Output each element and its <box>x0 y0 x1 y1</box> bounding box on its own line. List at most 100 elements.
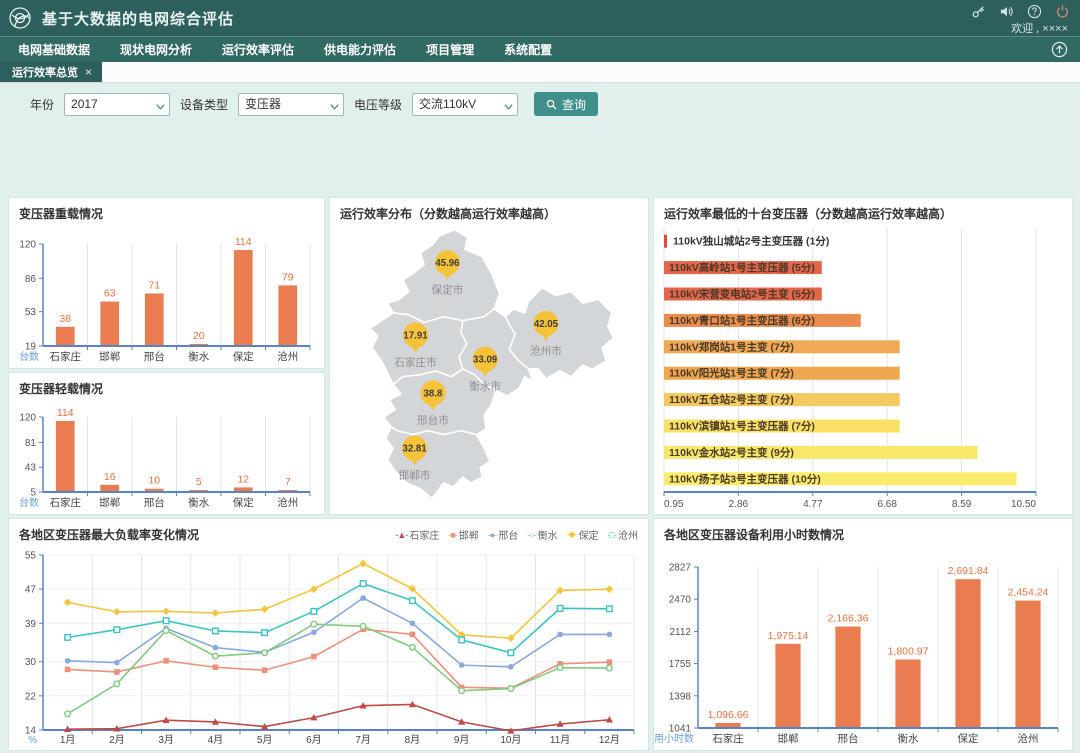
device-type-select[interactable]: 变压器 <box>238 93 344 116</box>
svg-text:保定市: 保定市 <box>431 284 463 297</box>
nav-item-operation-efficiency[interactable]: 运行效率评估 <box>222 41 294 58</box>
svg-text:33.09: 33.09 <box>473 355 498 366</box>
svg-text:石家庄: 石家庄 <box>50 350 82 363</box>
panel-max-load-rate: 各地区变压器最大负载率变化情况 -▲-石家庄 -■-邯郸 -●-邢台 -○-衡水 -◆-… <box>8 518 649 751</box>
svg-text:55: 55 <box>25 551 37 562</box>
svg-text:7: 7 <box>285 476 291 488</box>
svg-text:110kV宋营变电站2号主变 (5分): 110kV宋营变电站2号主变 (5分) <box>669 288 815 301</box>
arrow-up-circle-icon[interactable] <box>1051 41 1068 58</box>
tab-operation-efficiency-overview[interactable]: 运行效率总览 × <box>0 61 102 82</box>
svg-text:43: 43 <box>25 463 37 474</box>
svg-text:110kV滨镇站1号主变压器 (7分): 110kV滨镇站1号主变压器 (7分) <box>669 420 815 433</box>
svg-text:2470: 2470 <box>669 595 692 606</box>
svg-text:邢台: 邢台 <box>838 732 859 745</box>
svg-text:3月: 3月 <box>158 734 174 746</box>
chart-legend: -▲-石家庄 -■-邯郸 -●-邢台 -○-衡水 -◆-保定 -□-沧州 <box>395 527 638 542</box>
nav-item-supply-capacity[interactable]: 供电能力评估 <box>324 41 396 58</box>
svg-text:120: 120 <box>19 240 36 251</box>
legend-item-5[interactable]: -□-沧州 <box>608 527 638 542</box>
svg-text:9月: 9月 <box>454 734 470 746</box>
svg-text:110kV独山城站2号主变压器 (1分): 110kV独山城站2号主变压器 (1分) <box>673 235 829 248</box>
page-title: 基于大数据的电网综合评估 <box>42 8 234 29</box>
speaker-icon[interactable] <box>999 4 1014 19</box>
header-right: 欢迎 , ×××× <box>971 0 1070 36</box>
voltage-level-select[interactable]: 交流110kV <box>412 93 518 116</box>
nav-item-grid-base-data[interactable]: 电网基础数据 <box>18 41 90 58</box>
brand: 基于大数据的电网综合评估 <box>8 6 234 30</box>
panel-title: 变压器轻载情况 <box>9 373 324 399</box>
legend-item-3[interactable]: -○-衡水 <box>527 527 557 542</box>
year-select[interactable]: 2017 <box>64 93 170 116</box>
svg-text:1,800.97: 1,800.97 <box>888 645 929 657</box>
svg-text:1,096.66: 1,096.66 <box>708 709 749 721</box>
svg-text:邯郸市: 邯郸市 <box>399 469 431 482</box>
heavy-load-bar-chart: 19538612038石家庄63邯郸71邢台20衡水114保定79沧州台数 <box>9 224 324 371</box>
svg-text:39: 39 <box>25 619 37 630</box>
key-icon[interactable] <box>971 4 986 19</box>
close-icon[interactable]: × <box>85 66 92 78</box>
tab-label: 运行效率总览 <box>12 64 78 80</box>
legend-item-1[interactable]: -■-邯郸 <box>448 527 478 542</box>
svg-text:沧州: 沧州 <box>277 496 298 509</box>
svg-text:衡水: 衡水 <box>188 497 209 509</box>
nav-item-project-management[interactable]: 项目管理 <box>426 41 474 58</box>
power-icon[interactable] <box>1055 4 1070 19</box>
device-select-wrap: 变压器 <box>238 93 344 116</box>
main-nav: 电网基础数据 现状电网分析 运行效率评估 供电能力评估 项目管理 系统配置 <box>0 36 1080 62</box>
svg-text:2,166.36: 2,166.36 <box>828 613 869 625</box>
svg-text:2.86: 2.86 <box>729 499 749 510</box>
svg-text:1041: 1041 <box>669 724 692 735</box>
svg-text:邯郸: 邯郸 <box>99 496 120 509</box>
svg-text:10.50: 10.50 <box>1011 499 1036 510</box>
svg-text:110kV阳光站1号主变 (7分): 110kV阳光站1号主变 (7分) <box>669 367 794 380</box>
welcome-text: 欢迎 , ×××× <box>1011 20 1070 36</box>
svg-text:38: 38 <box>59 313 71 325</box>
svg-text:7月: 7月 <box>355 734 371 746</box>
help-icon[interactable] <box>1027 4 1042 19</box>
panel-efficiency-map: 运行效率分布（分数越高运行效率越高） 45.96保定市42.05沧州市17.91… <box>329 197 649 515</box>
svg-text:2,691.84: 2,691.84 <box>948 565 989 577</box>
svg-text:22: 22 <box>25 691 37 702</box>
legend-item-4[interactable]: -◆-保定 <box>567 527 599 542</box>
svg-text:2,454.24: 2,454.24 <box>1008 587 1049 599</box>
svg-text:53: 53 <box>25 307 37 318</box>
svg-text:邯郸: 邯郸 <box>99 350 120 363</box>
svg-text:1398: 1398 <box>669 691 692 702</box>
svg-text:8月: 8月 <box>405 734 421 746</box>
svg-text:32.81: 32.81 <box>402 444 427 455</box>
svg-text:石家庄: 石家庄 <box>50 496 82 509</box>
svg-text:11月: 11月 <box>550 734 570 746</box>
svg-text:17.91: 17.91 <box>403 330 428 341</box>
legend-item-0[interactable]: -▲-石家庄 <box>395 527 439 542</box>
svg-text:%: % <box>28 735 37 746</box>
legend-item-2[interactable]: -●-邢台 <box>488 527 518 542</box>
panel-title: 各地区变压器最大负载率变化情况 <box>19 526 199 543</box>
panel-title: 运行效率分布（分数越高运行效率越高） <box>330 198 648 224</box>
nav-item-current-grid-analysis[interactable]: 现状电网分析 <box>120 41 192 58</box>
svg-text:台数: 台数 <box>19 350 39 363</box>
svg-text:邢台: 邢台 <box>144 496 165 509</box>
svg-text:1,975.14: 1,975.14 <box>768 630 809 642</box>
device-type-label: 设备类型 <box>180 96 228 113</box>
svg-text:114: 114 <box>57 407 74 419</box>
content-area: 年份 2017 设备类型 变压器 电压等级 交流110kV <box>0 83 1080 675</box>
query-button[interactable]: 查询 <box>534 92 598 116</box>
nav-item-system-config[interactable]: 系统配置 <box>504 41 552 58</box>
year-label: 年份 <box>30 96 54 113</box>
svg-text:8.59: 8.59 <box>952 499 972 510</box>
query-button-label: 查询 <box>562 96 586 113</box>
svg-text:4月: 4月 <box>208 734 224 746</box>
svg-text:10月: 10月 <box>500 734 521 746</box>
svg-text:45.96: 45.96 <box>435 258 460 269</box>
svg-text:86: 86 <box>25 274 37 285</box>
search-icon <box>546 99 557 110</box>
svg-text:衡水: 衡水 <box>898 733 919 745</box>
svg-text:保定: 保定 <box>233 350 254 363</box>
panel-utilization-hours: 各地区变压器设备利用小时数情况 104113981755211224702827… <box>653 518 1073 751</box>
svg-text:5月: 5月 <box>257 734 273 746</box>
app-logo-icon <box>8 6 32 30</box>
efficiency-distribution-map: 45.96保定市42.05沧州市17.91石家庄市33.09衡水市38.8邢台市… <box>330 224 648 515</box>
svg-text:邯郸: 邯郸 <box>778 732 799 745</box>
svg-text:利用小时数: 利用小时数 <box>654 732 694 745</box>
svg-text:110kV青口站1号主变压器 (6分): 110kV青口站1号主变压器 (6分) <box>669 314 815 327</box>
